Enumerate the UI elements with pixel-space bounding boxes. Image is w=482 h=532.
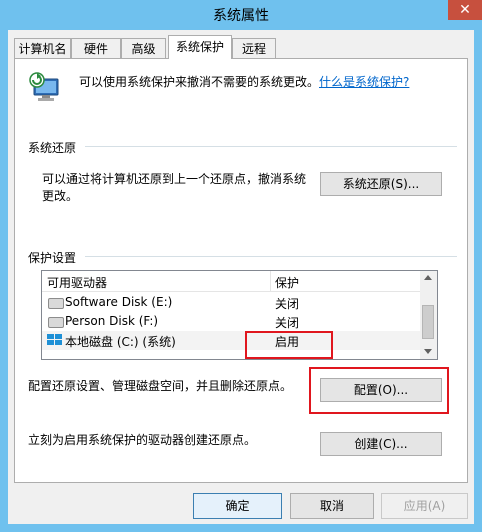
group-divider: [85, 146, 457, 147]
highlight-box-configure: [309, 367, 449, 414]
what-is-system-protection-link[interactable]: 什么是系统保护?: [319, 73, 409, 90]
column-header-drive[interactable]: 可用驱动器: [47, 274, 107, 291]
apply-button[interactable]: 应用(A): [381, 493, 468, 519]
system-drive-icon: [47, 334, 63, 347]
create-button[interactable]: 创建(C)...: [320, 432, 442, 456]
group-divider: [85, 256, 457, 257]
restore-description-line1: 可以通过将计算机还原到上一个还原点，撤消系统: [42, 172, 307, 186]
drives-listview[interactable]: 可用驱动器 保护 Software Disk (E:) 关闭 Person Di…: [41, 270, 438, 360]
system-protection-icon: [28, 71, 62, 105]
tab-hardware[interactable]: 硬件: [71, 38, 121, 58]
protection-settings-group-title: 保护设置: [28, 251, 77, 265]
list-item[interactable]: 本地磁盘 (C:) (系统) 启用: [42, 331, 420, 350]
drive-protection-status: 关闭: [275, 316, 300, 330]
title-bar[interactable]: 系统属性 ✕: [0, 0, 482, 28]
column-separator[interactable]: [270, 271, 271, 291]
list-item[interactable]: Person Disk (F:) 关闭: [42, 312, 420, 331]
column-header-protection[interactable]: 保护: [275, 274, 299, 291]
header-description: 可以使用系统保护来撤消不需要的系统更改。: [79, 75, 320, 89]
drive-name: 本地磁盘 (C:) (系统): [65, 335, 176, 349]
ok-button[interactable]: 确定: [193, 493, 282, 519]
system-properties-window: 系统属性 ✕ 计算机名 硬件 高级 系统保护 远程 可以使用系统保护来撤消不需要…: [0, 0, 482, 532]
drive-icon: [48, 317, 64, 328]
drive-name: Software Disk (E:): [65, 295, 173, 309]
restore-description-line2: 更改。: [42, 189, 79, 203]
tab-remote[interactable]: 远程: [232, 38, 276, 58]
system-restore-group-title: 系统还原: [28, 141, 77, 155]
listview-header: 可用驱动器 保护: [42, 271, 420, 292]
drive-icon: [48, 298, 64, 309]
drive-protection-status: 关闭: [275, 297, 300, 311]
drive-name: Person Disk (F:): [65, 314, 159, 328]
tab-system-protection[interactable]: 系统保护: [168, 35, 232, 59]
tab-advanced[interactable]: 高级: [121, 38, 166, 58]
cancel-button[interactable]: 取消: [290, 493, 374, 519]
close-button[interactable]: ✕: [448, 0, 482, 20]
scroll-down-arrow-icon[interactable]: [424, 349, 432, 354]
highlight-box-enabled-status: [245, 331, 333, 359]
window-title: 系统属性: [213, 8, 269, 24]
tab-computer-name[interactable]: 计算机名: [14, 38, 71, 58]
create-description: 立刻为启用系统保护的驱动器创建还原点。: [28, 433, 257, 447]
configure-description: 配置还原设置、管理磁盘空间，并且删除还原点。: [28, 379, 293, 393]
system-restore-button[interactable]: 系统还原(S)...: [320, 172, 442, 196]
list-item[interactable]: Software Disk (E:) 关闭: [42, 293, 420, 312]
listview-scrollbar[interactable]: [420, 271, 437, 359]
scroll-up-arrow-icon[interactable]: [424, 275, 432, 280]
scroll-thumb[interactable]: [422, 305, 434, 339]
